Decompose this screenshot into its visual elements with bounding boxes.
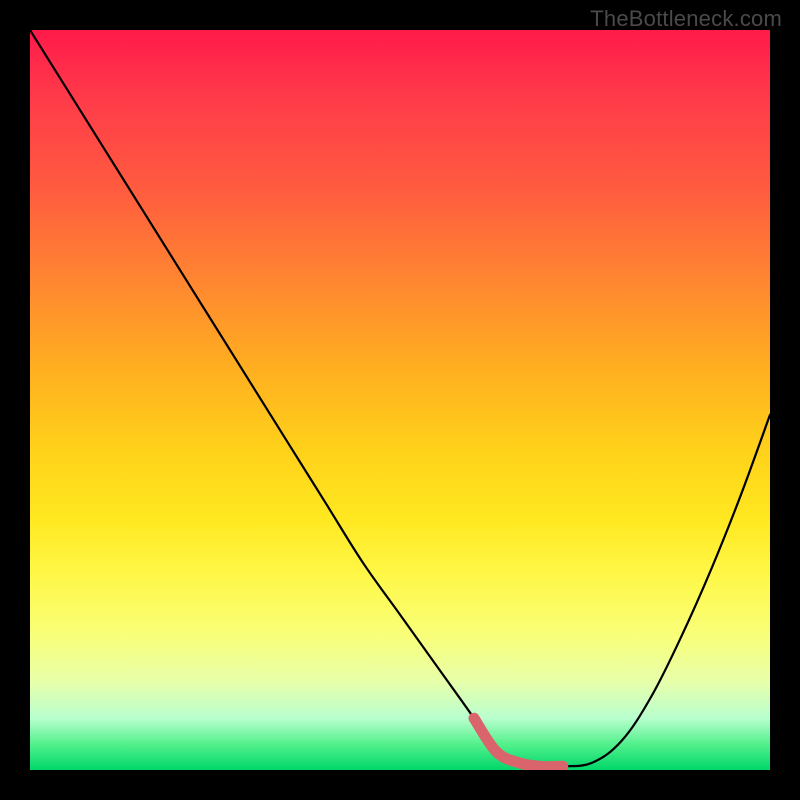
watermark-text: TheBottleneck.com — [590, 6, 782, 32]
chart-frame: TheBottleneck.com — [0, 0, 800, 800]
plot-area — [30, 30, 770, 770]
bottleneck-curve-svg — [30, 30, 770, 770]
bottleneck-curve-path — [30, 30, 770, 767]
sweet-spot-highlight — [474, 718, 563, 766]
